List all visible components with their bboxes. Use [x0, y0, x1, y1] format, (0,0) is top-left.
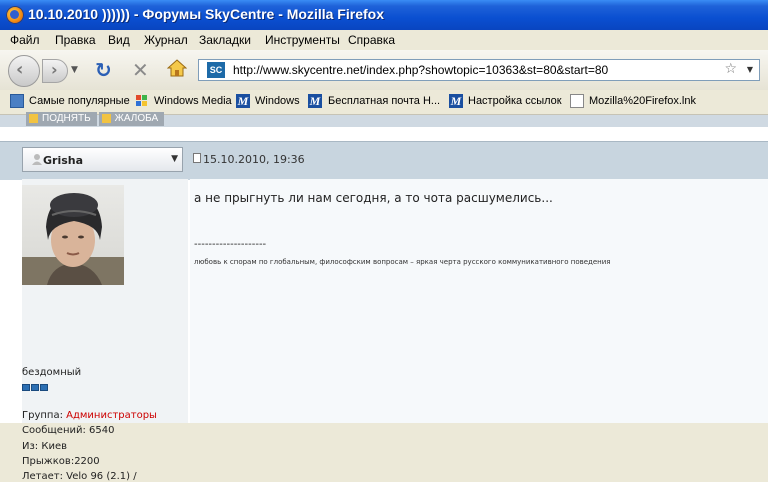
bookmark-free-mail[interactable]: Бесплатная почта Н...	[328, 95, 440, 107]
menu-edit[interactable]: Правка	[55, 33, 96, 47]
dropdown-arrow-icon: ▼	[171, 154, 178, 164]
post-body: а не прыгнуть ли нам сегодня, а то чота …	[190, 179, 768, 423]
user-icon	[32, 154, 42, 165]
rank-pip	[22, 384, 30, 391]
file-icon	[570, 94, 584, 108]
most-visited-icon	[10, 94, 24, 108]
menu-view[interactable]: Вид	[108, 33, 130, 47]
raise-label: ПОДНЯТЬ	[42, 113, 91, 124]
user-group: Группа: Администраторы	[22, 410, 157, 421]
bookmark-star-icon[interactable]: ☆	[724, 61, 737, 77]
rank-pip	[31, 384, 39, 391]
user-jumps: Прыжков:2200	[22, 456, 100, 467]
reload-icon[interactable]: ↻	[95, 58, 112, 82]
stop-icon[interactable]: ✕	[132, 58, 149, 82]
window-title-bar: 10.10.2010 )))))) - Форумы SkyCentre - M…	[0, 0, 768, 30]
complain-button[interactable]: ЖАЛОБА	[98, 112, 165, 126]
rank-pips	[22, 381, 49, 394]
back-forward-group: ‹ › ▼	[8, 55, 84, 87]
firefox-logo-icon	[6, 6, 24, 24]
user-from: Из: Киев	[22, 441, 67, 452]
signature-text: любовь к спорам по глобальным, философск…	[194, 258, 611, 266]
menu-history[interactable]: Журнал	[144, 33, 188, 47]
warning-icon	[101, 114, 111, 123]
bookmark-links-settings[interactable]: Настройка ссылок	[468, 95, 562, 107]
bookmark-windows-media[interactable]: Windows Media	[154, 95, 232, 107]
bookmark-windows[interactable]: Windows	[255, 95, 300, 107]
back-arrow-icon: ‹	[16, 59, 24, 80]
post-date: 15.10.2010, 19:36	[203, 153, 305, 166]
menu-bar: Файл Правка Вид Журнал Закладки Инструме…	[0, 30, 768, 50]
page-content: ПОДНЯТЬ ЖАЛОБА Grisha ▼ 15.10.2010, 19:36	[0, 112, 768, 482]
bookmark-most-visited[interactable]: Самые популярные	[29, 95, 130, 107]
group-label: Группа:	[22, 410, 67, 421]
signature-separator: --------------------	[194, 239, 267, 250]
post-message: а не прыгнуть ли нам сегодня, а то чота …	[194, 191, 553, 205]
forward-button[interactable]: ›	[42, 59, 68, 83]
user-messages: Сообщений: 6540	[22, 425, 115, 436]
group-value[interactable]: Администраторы	[66, 410, 157, 421]
home-icon[interactable]	[167, 58, 187, 78]
menu-help[interactable]: Справка	[348, 33, 395, 47]
arrow-up-icon	[29, 114, 38, 123]
avatar	[22, 185, 124, 285]
history-dropdown-icon[interactable]: ▼	[71, 65, 78, 75]
author-info-panel: бездомный Группа: Администраторы Сообщен…	[22, 179, 188, 482]
post-icon	[193, 153, 201, 163]
msn-icon: M	[449, 94, 463, 108]
post-separator	[0, 127, 768, 141]
url-dropdown-icon[interactable]: ▼	[747, 65, 753, 74]
rank-pip	[40, 384, 48, 391]
menu-bookmarks[interactable]: Закладки	[199, 33, 251, 47]
menu-tools[interactable]: Инструменты	[265, 33, 340, 47]
author-name: Grisha	[43, 154, 84, 167]
complain-label: ЖАЛОБА	[114, 113, 159, 124]
msn-icon: M	[308, 94, 322, 108]
address-bar[interactable]: SC http://www.skycentre.net/index.php?sh…	[198, 59, 760, 81]
author-dropdown[interactable]: Grisha ▼	[22, 147, 183, 172]
msn-icon: M	[236, 94, 250, 108]
previous-post-footer: ПОДНЯТЬ ЖАЛОБА	[0, 112, 768, 127]
forward-arrow-icon: ›	[51, 60, 58, 79]
windows-flag-icon	[135, 94, 149, 108]
window-title: 10.10.2010 )))))) - Форумы SkyCentre - M…	[28, 6, 384, 22]
site-favicon-icon: SC	[207, 62, 225, 78]
post-action-buttons: ПОДНЯТЬ ЖАЛОБА	[26, 111, 166, 127]
user-flies: Летает: Velo 96 (2.1) /	[22, 471, 137, 482]
address-url[interactable]: http://www.skycentre.net/index.php?showt…	[233, 63, 608, 77]
user-status: бездомный	[22, 367, 82, 378]
raise-button[interactable]: ПОДНЯТЬ	[26, 112, 97, 126]
back-button[interactable]: ‹	[8, 55, 40, 87]
menu-file[interactable]: Файл	[10, 33, 40, 47]
bookmark-firefox-lnk[interactable]: Mozilla%20Firefox.lnk	[589, 95, 696, 107]
